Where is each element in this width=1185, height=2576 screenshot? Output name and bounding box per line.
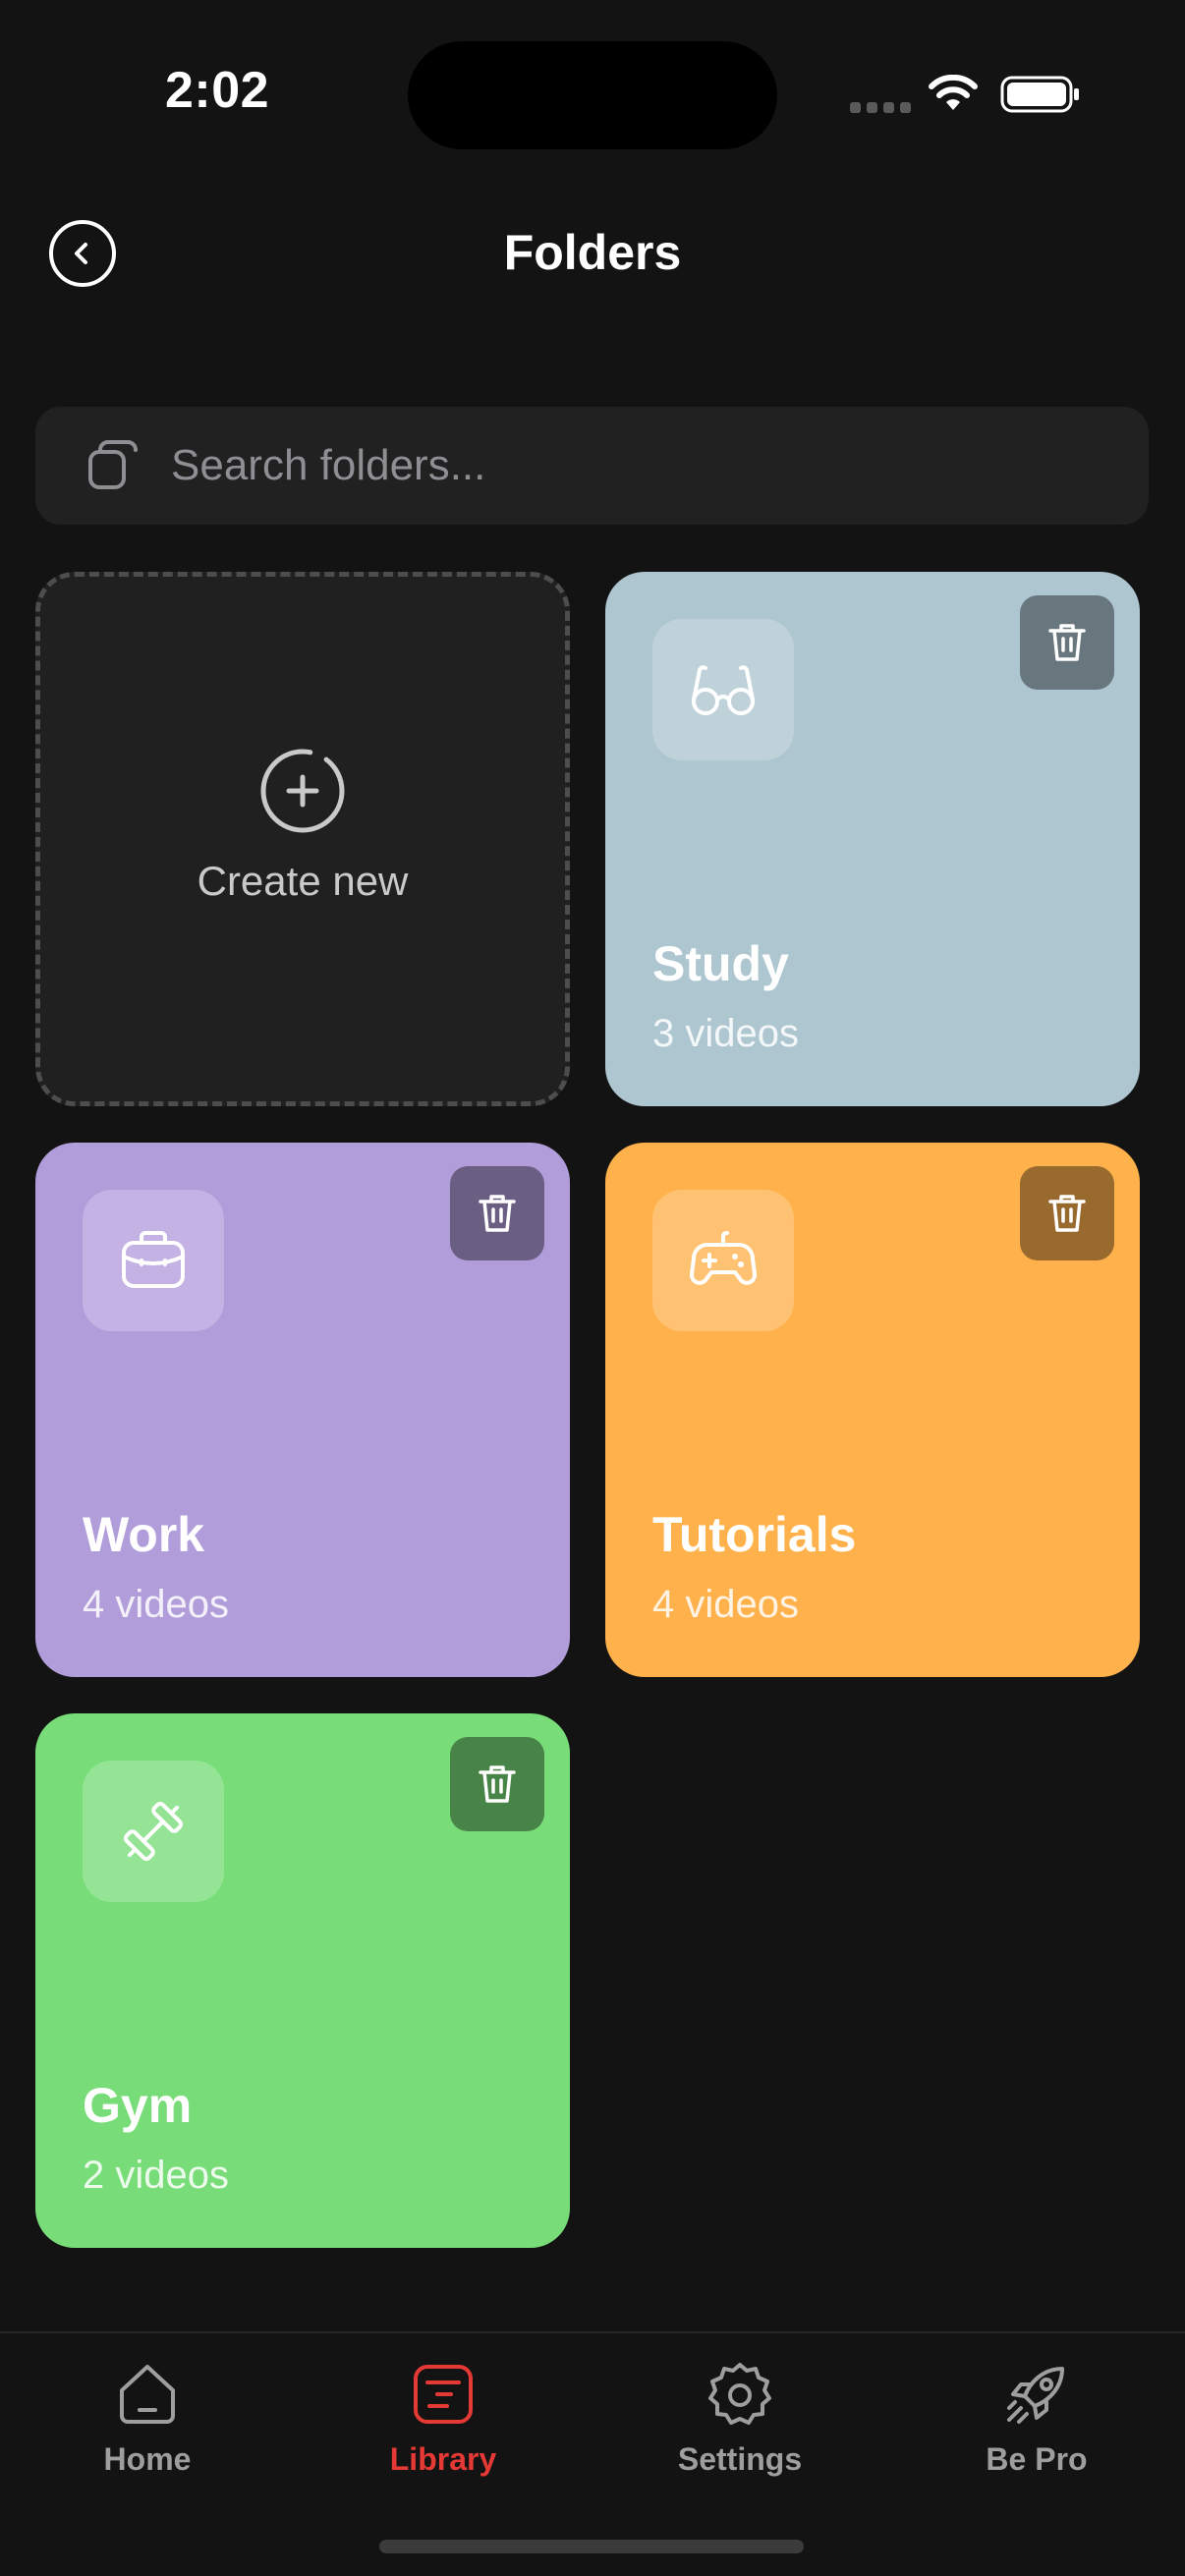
battery-icon: [1000, 76, 1079, 113]
folder-video-count: 3 videos: [652, 1012, 799, 1055]
page-title: Folders: [503, 225, 682, 280]
dumbbell-icon: [83, 1761, 224, 1902]
trash-icon: [1048, 1195, 1086, 1232]
tab-label: Home: [103, 2441, 192, 2477]
home-icon: [120, 2365, 175, 2424]
folder-name: Work: [83, 1507, 205, 1562]
status-time: 2:02: [165, 62, 270, 119]
folder-card-gym[interactable]: Gym 2 videos: [35, 1713, 570, 2248]
gamepad-icon: [652, 1190, 794, 1331]
tab-label: Settings: [677, 2441, 803, 2477]
search-input[interactable]: [171, 441, 1055, 490]
delete-folder-button[interactable]: [450, 1166, 544, 1260]
home-indicator: [379, 2540, 804, 2553]
folder-name: Tutorials: [652, 1507, 857, 1562]
tab-home[interactable]: Home: [49, 2359, 246, 2478]
folder-name: Gym: [83, 2078, 193, 2133]
tab-label: Be Pro: [986, 2441, 1088, 2477]
rocket-icon: [1007, 2367, 1064, 2424]
briefcase-icon: [83, 1190, 224, 1331]
delete-folder-button[interactable]: [1020, 1166, 1114, 1260]
wifi-icon: [929, 75, 978, 110]
create-new-label: Create new: [197, 858, 409, 904]
folder-name: Study: [652, 936, 789, 991]
tab-library[interactable]: Library: [345, 2359, 541, 2478]
delete-folder-button[interactable]: [450, 1737, 544, 1831]
folder-card-study[interactable]: Study 3 videos: [605, 572, 1140, 1106]
folder-card-tutorials[interactable]: Tutorials 4 videos: [605, 1143, 1140, 1677]
tab-label: Library: [389, 2441, 497, 2477]
trash-icon: [479, 1765, 516, 1803]
trash-icon: [1048, 624, 1086, 661]
tab-be-pro[interactable]: Be Pro: [938, 2359, 1135, 2478]
folder-video-count: 4 videos: [83, 1583, 229, 1626]
search-bar[interactable]: [35, 407, 1149, 525]
glasses-icon: [652, 619, 794, 760]
copy-folders-icon: [88, 440, 138, 489]
folder-card-work[interactable]: Work 4 videos: [35, 1143, 570, 1677]
gear-icon: [708, 2363, 771, 2425]
folder-video-count: 2 videos: [83, 2154, 229, 2197]
library-icon: [414, 2365, 473, 2424]
dynamic-island: [408, 41, 777, 149]
cellular-signal-icon: [850, 102, 911, 113]
tab-settings[interactable]: Settings: [642, 2359, 838, 2478]
plus-circle-icon: [260, 749, 345, 833]
delete-folder-button[interactable]: [1020, 595, 1114, 690]
trash-icon: [479, 1195, 516, 1232]
folder-video-count: 4 videos: [652, 1583, 799, 1626]
create-new-folder-card[interactable]: Create new: [35, 572, 570, 1106]
